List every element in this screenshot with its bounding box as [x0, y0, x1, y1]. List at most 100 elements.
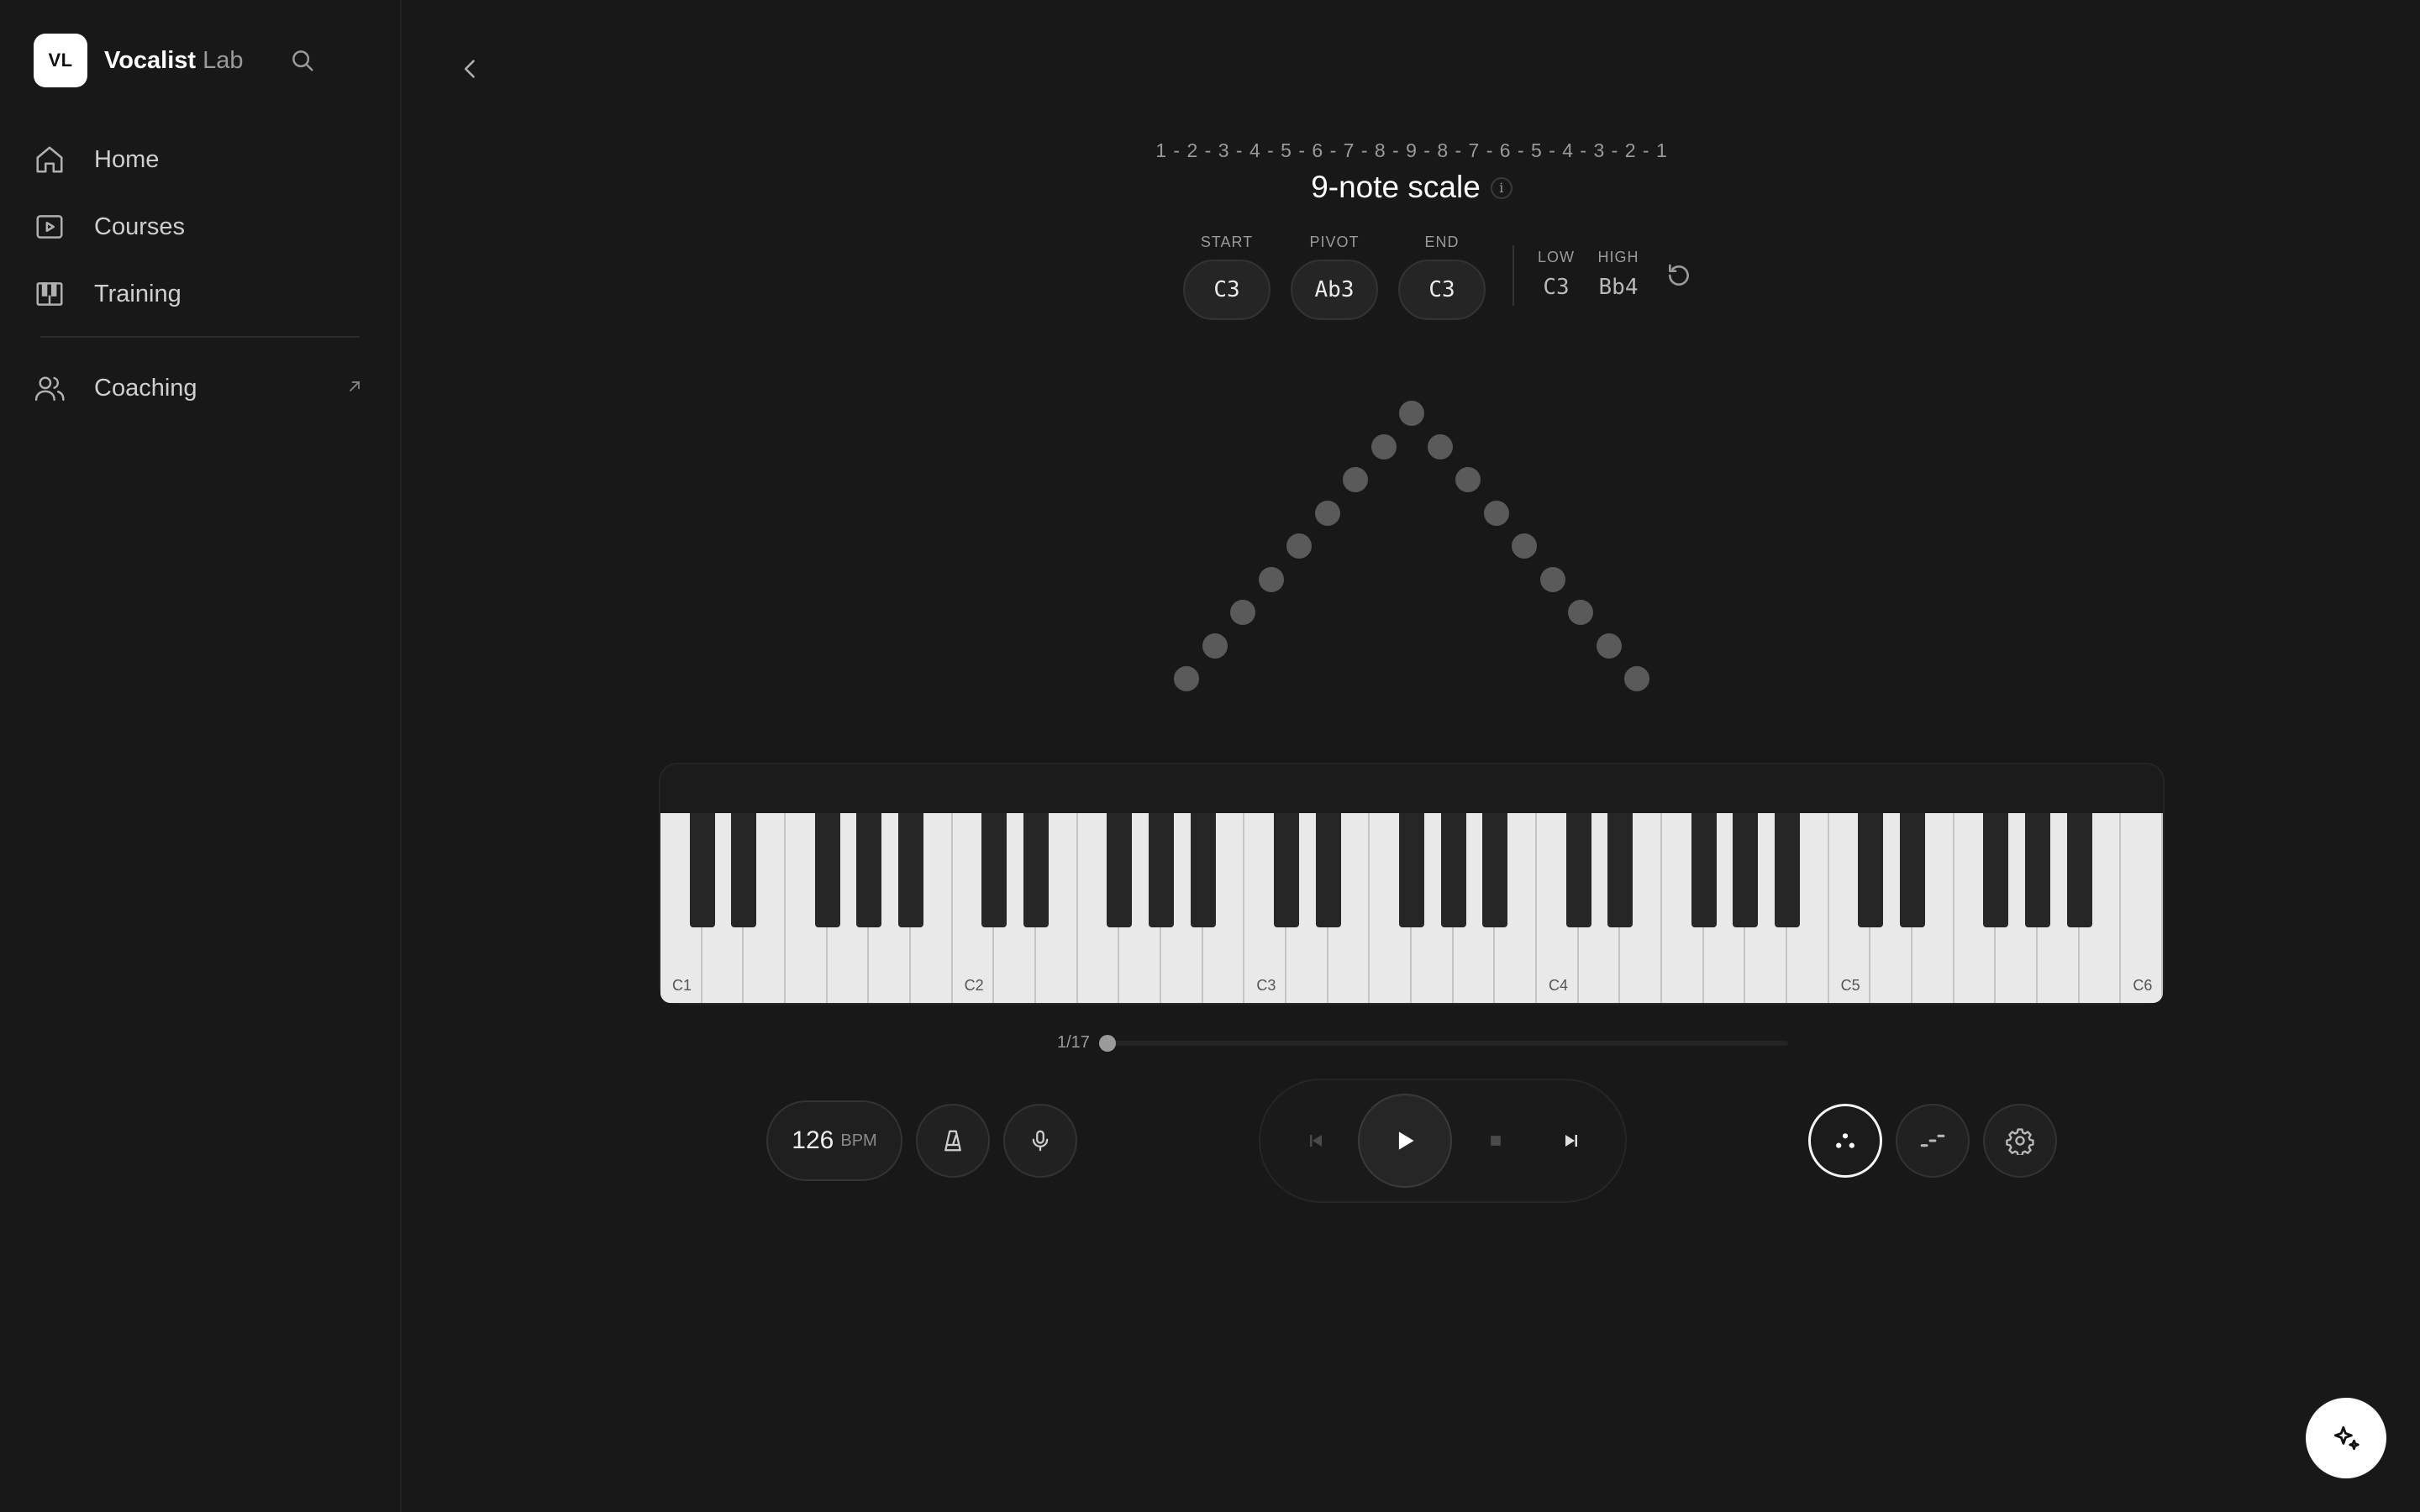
dots-view-icon — [1836, 1133, 1854, 1148]
piano-black-key[interactable] — [1983, 813, 2009, 927]
start-label: START — [1200, 234, 1254, 250]
arrow-up-right-icon — [346, 378, 363, 399]
metronome-icon — [944, 1130, 961, 1152]
piano-black-key[interactable] — [1482, 813, 1508, 927]
piano-black-key[interactable] — [2066, 813, 2092, 927]
contour-note-dot — [1568, 600, 1593, 625]
piano-black-key[interactable] — [1274, 813, 1299, 927]
stop-button[interactable] — [1477, 1122, 1514, 1159]
contour-note-dot — [1258, 566, 1284, 592]
piano-black-key[interactable] — [1775, 813, 1800, 927]
progress-handle[interactable] — [1099, 1035, 1116, 1052]
piano-icon — [34, 278, 81, 310]
microphone-icon — [1032, 1130, 1049, 1152]
piano-black-key[interactable] — [1858, 813, 1884, 927]
dashes-view-button[interactable] — [1896, 1104, 1970, 1178]
piano-black-key[interactable] — [1023, 813, 1049, 927]
settings-button[interactable] — [1983, 1104, 2057, 1178]
pitch-contour — [1160, 386, 1664, 706]
play-button[interactable] — [1358, 1094, 1452, 1188]
skip-forward-button[interactable] — [1553, 1122, 1590, 1159]
octave-label: C3 — [1256, 977, 1276, 994]
sidebar-item-label: Training — [94, 280, 182, 307]
piano-black-key[interactable] — [1190, 813, 1216, 927]
contour-note-dot — [1624, 666, 1649, 691]
piano-black-key[interactable] — [1733, 813, 1759, 927]
param-divider — [1512, 245, 1514, 306]
contour-note-dot — [1202, 633, 1228, 659]
stop-icon — [1491, 1136, 1501, 1146]
piano-black-key[interactable] — [689, 813, 715, 927]
pivot-note-button[interactable]: Ab3 — [1291, 260, 1378, 320]
scale-sequence: 1 - 2 - 3 - 4 - 5 - 6 - 7 - 8 - 9 - 8 - … — [1155, 139, 1668, 161]
pivot-param: PIVOT Ab3 — [1291, 234, 1378, 320]
sparkle-icon — [2333, 1425, 2360, 1451]
brand-name: Vocalist — [104, 46, 197, 74]
start-note-button[interactable]: C3 — [1183, 260, 1270, 320]
end-note-button[interactable]: C3 — [1398, 260, 1486, 320]
assistant-button[interactable] — [2306, 1398, 2386, 1478]
skip-back-button[interactable] — [1297, 1122, 1334, 1159]
sidebar-item-home[interactable]: Home — [34, 126, 368, 193]
info-icon[interactable]: i — [1490, 176, 1512, 199]
sidebar-nav: Home Courses Training — [34, 126, 368, 328]
bpm-value: 126 — [792, 1126, 834, 1154]
piano-black-key[interactable] — [2025, 813, 2050, 927]
piano-black-key[interactable] — [814, 813, 840, 927]
search-button[interactable] — [286, 44, 319, 77]
dots-view-button[interactable] — [1808, 1104, 1882, 1178]
piano-white-key[interactable]: C6 — [2121, 813, 2163, 1003]
low-label: LOW — [1537, 249, 1575, 265]
reset-button[interactable] — [1662, 259, 1696, 292]
sidebar-item-courses[interactable]: Courses — [34, 193, 368, 260]
skip-forward-icon — [1565, 1135, 1577, 1147]
piano-black-key[interactable] — [898, 813, 923, 927]
high-value: Bb4 — [1598, 275, 1639, 300]
sidebar-item-label: Courses — [94, 213, 185, 240]
chevron-left-icon — [464, 60, 475, 78]
piano-black-key[interactable] — [1900, 813, 1925, 927]
skip-back-icon — [1310, 1135, 1322, 1147]
piano-black-key[interactable] — [1399, 813, 1424, 927]
contour-note-dot — [1286, 533, 1312, 559]
contour-note-dot — [1370, 433, 1397, 459]
contour-note-dot — [1314, 500, 1340, 526]
piano-black-key[interactable] — [1607, 813, 1634, 927]
contour-note-dot — [1596, 633, 1622, 659]
piano-black-key[interactable] — [1440, 813, 1466, 927]
play-icon — [1398, 1131, 1414, 1150]
low-range: LOW C3 — [1534, 249, 1578, 300]
piano-black-key[interactable] — [1565, 813, 1591, 927]
sidebar-divider — [40, 336, 360, 338]
sidebar-item-coaching[interactable]: Coaching — [34, 354, 368, 422]
brand-suffix: Lab — [203, 46, 244, 74]
contour-note-dot — [1427, 433, 1453, 459]
back-button[interactable] — [454, 52, 487, 86]
metronome-button[interactable] — [916, 1104, 990, 1178]
sidebar-item-label: Coaching — [94, 374, 197, 402]
piano-black-key[interactable] — [1149, 813, 1174, 927]
tempo-button[interactable]: 126 BPM — [766, 1100, 902, 1181]
sidebar: VL Vocalist Lab Home Courses Training Co… — [0, 0, 402, 1512]
bpm-unit: BPM — [840, 1131, 877, 1150]
piano-black-key[interactable] — [1691, 813, 1717, 927]
start-param: START C3 — [1183, 234, 1270, 320]
piano-black-key[interactable] — [981, 813, 1007, 927]
contour-note-dot — [1399, 401, 1424, 426]
contour-note-dot — [1174, 666, 1199, 691]
piano-black-key[interactable] — [731, 813, 757, 927]
piano-black-key[interactable] — [1107, 813, 1133, 927]
octave-label: C6 — [2133, 977, 2153, 994]
piano-black-key[interactable] — [856, 813, 882, 927]
progress-count: 1/17 — [1057, 1033, 1090, 1052]
piano-black-key[interactable] — [1315, 813, 1341, 927]
octave-label: C5 — [1840, 977, 1860, 994]
brand[interactable]: VL Vocalist Lab — [34, 34, 243, 87]
pivot-label: PIVOT — [1309, 234, 1360, 250]
octave-label: C1 — [672, 977, 692, 994]
users-icon — [34, 372, 81, 404]
search-icon — [292, 50, 313, 71]
microphone-button[interactable] — [1003, 1104, 1077, 1178]
sidebar-item-training[interactable]: Training — [34, 260, 368, 328]
progress-slider[interactable] — [1099, 1035, 1788, 1052]
